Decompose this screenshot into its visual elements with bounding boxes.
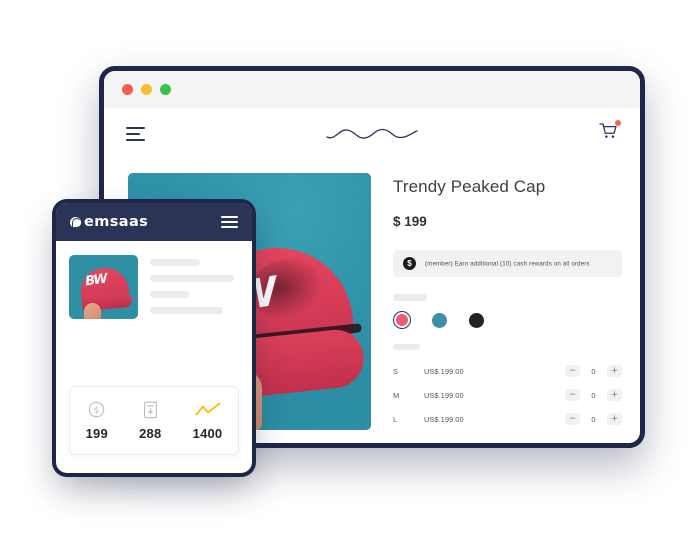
color-swatch-pink[interactable] [393,311,411,329]
increment-button[interactable]: + [607,365,622,377]
cart-notification-badge [615,120,621,126]
size-name: M [393,390,400,400]
text-placeholder-group [150,255,239,319]
member-reward-banner: $ (member) Earn additional (10) cash rew… [393,250,622,277]
size-price: US$ 199.00 [424,366,464,376]
dollar-circle-icon: $ [88,400,105,419]
brand-logo[interactable]: emsaas [70,214,148,230]
decrement-button[interactable]: − [565,413,580,425]
stat-revenue[interactable]: $ 199 [86,400,108,441]
traffic-light-close[interactable] [122,84,133,95]
dollar-coin-icon: $ [403,257,416,270]
stat-visits[interactable]: 1400 [193,400,223,441]
stat-value: 1400 [192,426,223,441]
placeholder-line [150,259,200,266]
size-name: S [393,366,399,376]
stats-summary-card: $ 199 288 1400 [69,386,239,455]
decrement-button[interactable]: − [565,365,580,377]
increment-button[interactable]: + [607,389,622,401]
mockup-stage: BW Trendy Peaked Cap $ 199 $ (member) Ea… [0,0,700,550]
quantity-value[interactable]: 0 [587,367,600,376]
traffic-light-maximize[interactable] [160,84,171,95]
quantity-stepper: − 0 + [565,365,622,377]
mobile-preview-card: emsaas BW $ 199 288 1400 [56,203,252,473]
color-swatch-group [393,311,622,329]
reward-banner-text: (member) Earn additional (10) cash rewar… [425,260,590,267]
color-swatch-teal[interactable] [430,311,448,329]
placeholder-line [150,291,190,298]
circle-swirl-logo-icon [70,216,81,228]
browser-titlebar [104,71,640,108]
receipt-download-icon [143,400,158,419]
quantity-value[interactable]: 0 [587,391,600,400]
thumb-hand-shape [84,303,101,319]
brand-name: emsaas [84,214,149,230]
traffic-light-minimize[interactable] [141,84,152,95]
quantity-stepper: − 0 + [565,413,622,425]
size-label-placeholder [393,344,420,350]
product-price: $ 199 [393,214,427,229]
product-detail-panel: Trendy Peaked Cap $ 199 $ (member) Earn … [393,173,622,431]
quantity-value[interactable]: 0 [587,415,600,424]
product-title: Trendy Peaked Cap [393,177,546,196]
size-name: L [393,414,398,424]
stat-value: 199 [85,426,108,441]
hamburger-menu-icon[interactable] [126,126,145,141]
placeholder-line [150,275,234,282]
size-price: US$ 199.00 [424,390,464,400]
table-row: M US$ 199.00 − 0 + [393,383,622,407]
quantity-stepper: − 0 + [565,389,622,401]
color-swatch-black[interactable] [467,311,485,329]
squiggle-wave-logo [325,125,419,143]
table-row: L US$ 199.00 − 0 + [393,407,622,431]
svg-text:$: $ [94,406,99,416]
table-row: S US$ 199.00 − 0 + [393,359,622,383]
mobile-app-topbar: emsaas [56,203,252,241]
stat-value: 288 [139,426,162,441]
site-header [104,108,640,159]
stat-orders[interactable]: 288 [139,400,161,441]
increment-button[interactable]: + [607,413,622,425]
shopping-cart-icon[interactable] [599,120,621,145]
hamburger-menu-icon[interactable] [221,216,238,228]
line-chart-up-icon [195,400,221,419]
size-price: US$ 199.00 [424,414,464,424]
placeholder-line [150,307,223,314]
decrement-button[interactable]: − [565,389,580,401]
color-label-placeholder [393,294,427,301]
thumb-graphic-text: BW [84,271,107,290]
mobile-content: BW [56,241,252,319]
product-thumbnail[interactable]: BW [69,255,138,319]
size-price-table: S US$ 199.00 − 0 + M US$ 199.00 − 0 + L … [393,359,622,431]
